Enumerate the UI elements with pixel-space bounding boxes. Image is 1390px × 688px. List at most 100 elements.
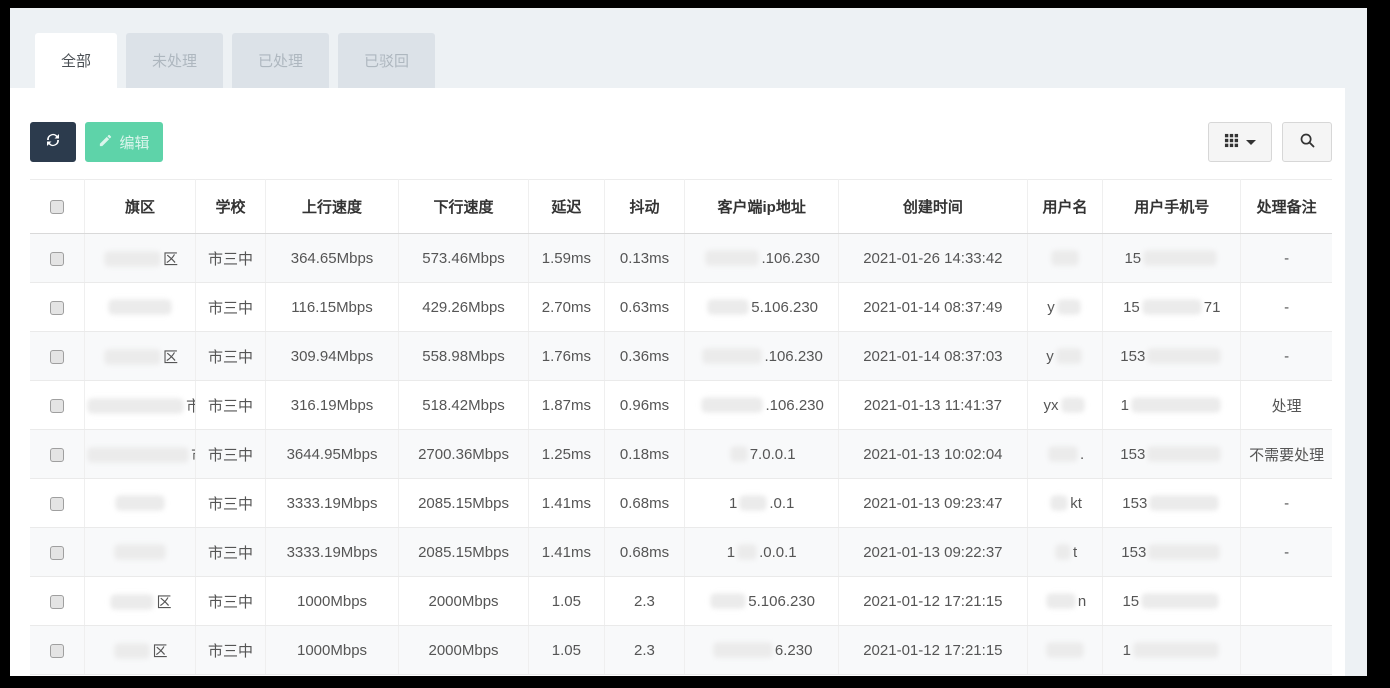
- table-header-row: 旗区学校上行速度下行速度延迟抖动客户端ip地址创建时间用户名用户手机号处理备注: [30, 180, 1332, 234]
- refresh-button[interactable]: [30, 122, 76, 162]
- row-checkbox[interactable]: [50, 497, 64, 511]
- cell-school: 市三中: [195, 577, 265, 626]
- cell-ip: 1.0.0.1: [685, 528, 839, 577]
- tab-all[interactable]: 全部: [35, 33, 117, 88]
- row-checkbox[interactable]: [50, 301, 64, 315]
- cell-district: 区: [85, 332, 196, 381]
- cell-user: [1027, 626, 1103, 675]
- redacted-text: [111, 595, 153, 609]
- cell-school: 市三中: [195, 626, 265, 675]
- cell-delay: 2.70ms: [529, 283, 605, 332]
- cell-jitter: 0.13ms: [604, 234, 685, 283]
- tab-rejected[interactable]: 已驳回: [338, 33, 435, 88]
- cell-phone: 153: [1103, 479, 1241, 528]
- col-header-jitter: 抖动: [604, 180, 685, 234]
- redacted-text: [1062, 398, 1084, 412]
- columns-toggle-button[interactable]: [1208, 122, 1272, 162]
- cell-note: [1241, 577, 1332, 626]
- redacted-text: [1056, 545, 1070, 559]
- cell-note: -: [1241, 332, 1332, 381]
- cell-check: [30, 479, 85, 528]
- cell-check: [30, 528, 85, 577]
- table-row: 区市三中1000Mbps2000Mbps1.052.36.2302021-01-…: [30, 626, 1332, 675]
- cell-phone: 1: [1103, 381, 1241, 430]
- row-checkbox[interactable]: [50, 448, 64, 462]
- cell-check: [30, 626, 85, 675]
- cell-created: 2021-01-26 14:33:42: [838, 234, 1027, 283]
- cell-district: [85, 528, 196, 577]
- cell-jitter: 2.3: [604, 577, 685, 626]
- redacted-text: [88, 448, 188, 462]
- cell-user: y: [1027, 332, 1103, 381]
- status-tabs: 全部 未处理 已处理 已驳回: [10, 8, 1367, 88]
- redacted-text: [1149, 545, 1219, 559]
- row-checkbox[interactable]: [50, 399, 64, 413]
- cell-delay: 1.41ms: [529, 479, 605, 528]
- redacted-text: [738, 545, 756, 559]
- row-checkbox[interactable]: [50, 595, 64, 609]
- cell-jitter: 2.3: [604, 626, 685, 675]
- cell-check: [30, 430, 85, 479]
- records-table: 旗区学校上行速度下行速度延迟抖动客户端ip地址创建时间用户名用户手机号处理备注 …: [30, 179, 1332, 675]
- cell-check: [30, 283, 85, 332]
- row-checkbox[interactable]: [50, 350, 64, 364]
- table-row: 区市三中309.94Mbps558.98Mbps1.76ms0.36ms.106…: [30, 332, 1332, 381]
- edit-button[interactable]: 编辑: [85, 122, 163, 162]
- row-checkbox[interactable]: [50, 644, 64, 658]
- cell-up: 3333.19Mbps: [266, 479, 399, 528]
- redacted-text: [1148, 349, 1220, 363]
- redacted-text: [1057, 349, 1081, 363]
- records-table-wrap: 旗区学校上行速度下行速度延迟抖动客户端ip地址创建时间用户名用户手机号处理备注 …: [30, 179, 1332, 675]
- redacted-text: [702, 398, 762, 412]
- cell-ip: 5.106.230: [685, 283, 839, 332]
- redacted-text: [708, 300, 748, 314]
- redacted-text: [115, 644, 149, 658]
- redacted-text: [1047, 594, 1075, 608]
- redacted-text: [105, 350, 160, 364]
- app-window: 全部 未处理 已处理 已驳回 编辑: [10, 8, 1367, 676]
- cell-user: [1027, 234, 1103, 283]
- cell-ip: 6.230: [685, 626, 839, 675]
- cell-user: yx: [1027, 381, 1103, 430]
- search-button[interactable]: [1282, 122, 1332, 162]
- row-checkbox[interactable]: [50, 546, 64, 560]
- cell-district: [85, 479, 196, 528]
- cell-down: 2000Mbps: [398, 577, 528, 626]
- select-all-checkbox[interactable]: [50, 200, 64, 214]
- cell-down: 429.26Mbps: [398, 283, 528, 332]
- cell-note: 不需要处理: [1241, 430, 1332, 479]
- cell-note: -: [1241, 234, 1332, 283]
- cell-up: 364.65Mbps: [266, 234, 399, 283]
- select-all-header: [30, 180, 85, 234]
- row-checkbox[interactable]: [50, 252, 64, 266]
- refresh-icon: [44, 131, 62, 153]
- redacted-text: [1142, 594, 1218, 608]
- table-row: 市市三中3644.95Mbps2700.36Mbps1.25ms0.18ms7.…: [30, 430, 1332, 479]
- col-header-delay: 延迟: [529, 180, 605, 234]
- col-header-down: 下行速度: [398, 180, 528, 234]
- redacted-text: [714, 643, 772, 657]
- tab-processed[interactable]: 已处理: [232, 33, 329, 88]
- col-header-ip: 客户端ip地址: [685, 180, 839, 234]
- cell-delay: 1.05: [529, 577, 605, 626]
- cell-up: 309.94Mbps: [266, 332, 399, 381]
- cell-up: 316.19Mbps: [266, 381, 399, 430]
- cell-down: 558.98Mbps: [398, 332, 528, 381]
- cell-district: 市: [85, 430, 196, 479]
- cell-phone: 15: [1103, 577, 1241, 626]
- cell-created: 2021-01-12 17:21:15: [838, 577, 1027, 626]
- redacted-text: [706, 251, 758, 265]
- col-header-note: 处理备注: [1241, 180, 1332, 234]
- cell-school: 市三中: [195, 283, 265, 332]
- table-row: 市三中3333.19Mbps2085.15Mbps1.41ms0.68ms1.0…: [30, 479, 1332, 528]
- cell-up: 116.15Mbps: [266, 283, 399, 332]
- cell-down: 2085.15Mbps: [398, 479, 528, 528]
- cell-created: 2021-01-13 09:22:37: [838, 528, 1027, 577]
- cell-district: [85, 283, 196, 332]
- redacted-text: [1049, 447, 1077, 461]
- redacted-text: [1143, 300, 1201, 314]
- tab-unprocessed[interactable]: 未处理: [126, 33, 223, 88]
- cell-note: -: [1241, 479, 1332, 528]
- cell-phone: 1: [1103, 626, 1241, 675]
- table-row: 市市三中316.19Mbps518.42Mbps1.87ms0.96ms.106…: [30, 381, 1332, 430]
